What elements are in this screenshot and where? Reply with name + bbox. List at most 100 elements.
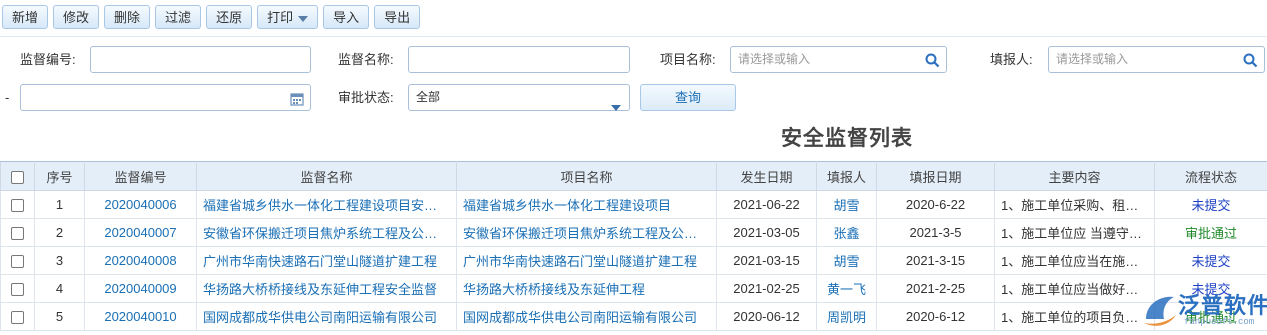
row-checkbox[interactable] [11,199,24,213]
row-name[interactable]: 华扬路大桥桥接线及东延伸工程安全监督 [196,274,457,303]
row-content: 1、施工单位应 当遵守有关环境保护法律 [994,218,1155,247]
row-date: 2021-06-22 [716,190,817,219]
delete-button[interactable]: 删除 [104,5,151,29]
row-code[interactable]: 2020040010 [84,302,197,331]
edit-button[interactable]: 修改 [53,5,100,29]
import-button[interactable]: 导入 [323,5,370,29]
fanpu-logo: 泛普软件 fanpusoft.com [1140,286,1267,332]
row-date: 2021-02-25 [716,274,817,303]
logo-subtext: fanpusoft.com [1184,317,1255,327]
row-code[interactable]: 2020040007 [84,218,197,247]
row-code[interactable]: 2020040006 [84,190,197,219]
table-row[interactable]: 5 2020040010 国网成都成华供电公司南阳运输有限公司 国网成都成华供电公司南… [0,302,1267,331]
code-input[interactable] [90,46,311,73]
row-reporter[interactable]: 黄一飞 [816,274,877,303]
header-reporter[interactable]: 填报人 [816,161,877,191]
reporter-label: 填报人: [990,52,1033,67]
row-select-cell[interactable] [0,190,35,219]
status-select-value: 全部 [416,90,441,104]
table-header-row: 序号 监督编号 监督名称 项目名称 发生日期 填报人 填报日期 主要内容 流程状… [0,161,1267,191]
add-button[interactable]: 新增 [2,5,49,29]
row-date: 2021-03-05 [716,218,817,247]
row-status[interactable]: 审批通过 [1154,218,1267,247]
name-input[interactable] [408,46,630,73]
select-all-checkbox[interactable] [11,170,24,184]
row-content: 1、施工单位采购、租赁的安全防护用具 [994,190,1155,219]
print-button[interactable]: 打印 [257,5,319,29]
date-range-dash: - [5,90,10,105]
row-checkbox[interactable] [11,311,24,325]
query-button[interactable]: 查询 [640,84,736,111]
row-select-cell[interactable] [0,218,35,247]
chevron-down-icon[interactable] [611,95,621,120]
row-status[interactable]: 未提交 [1154,246,1267,275]
header-code[interactable]: 监督编号 [84,161,197,191]
row-reporter[interactable]: 胡雪 [816,190,877,219]
filter-button[interactable]: 过滤 [155,5,202,29]
row-content: 1、施工单位的项目负责人 [994,302,1155,331]
search-icon[interactable] [925,52,940,77]
row-checkbox[interactable] [11,283,24,297]
row-project[interactable]: 福建省城乡供水一体化工程建设项目 [456,190,717,219]
table-row[interactable]: 4 2020040009 华扬路大桥桥接线及东延伸工程安全监督 华扬路大桥桥接线及东延… [0,274,1267,303]
row-code[interactable]: 2020040008 [84,246,197,275]
row-content: 1、施工单位应当在施工现场建立消防 [994,246,1155,275]
row-report-date: 2020-6-22 [876,190,995,219]
reporter-placeholder: 请选择或输入 [1056,52,1129,66]
row-no: 5 [34,302,85,331]
row-reporter[interactable]: 周凯明 [816,302,877,331]
project-input[interactable]: 请选择或输入 [730,46,947,73]
status-select[interactable]: 全部 [408,84,630,111]
logo-text: 泛普软件 [1178,293,1267,318]
header-name[interactable]: 监督名称 [196,161,457,191]
row-reporter[interactable]: 张鑫 [816,218,877,247]
row-select-cell[interactable] [0,274,35,303]
project-label: 项目名称: [660,52,716,67]
row-select-cell[interactable] [0,246,35,275]
row-report-date: 2020-6-12 [876,302,995,331]
row-project[interactable]: 国网成都成华供电公司南阳运输有限公司 [456,302,717,331]
export-button[interactable]: 导出 [374,5,421,29]
row-project[interactable]: 安徽省环保搬迁项目焦炉系统工程及公辅设施 [456,218,717,247]
calendar-icon[interactable] [290,90,304,115]
row-reporter[interactable]: 胡雪 [816,246,877,275]
table-row[interactable]: 3 2020040008 广州市华南快速路石门堂山隧道扩建工程 广州市华南快速路石门堂… [0,246,1267,275]
row-status[interactable]: 未提交 [1154,190,1267,219]
header-status[interactable]: 流程状态 [1154,161,1267,191]
search-icon[interactable] [1243,52,1258,77]
row-no: 3 [34,246,85,275]
logo-mark-icon [1144,296,1176,326]
header-report-date[interactable]: 填报日期 [876,161,995,191]
header-project[interactable]: 项目名称 [456,161,717,191]
row-name[interactable]: 国网成都成华供电公司南阳运输有限公司 [196,302,457,331]
row-no: 1 [34,190,85,219]
supervision-table: 序号 监督编号 监督名称 项目名称 发生日期 填报人 填报日期 主要内容 流程状… [0,161,1267,331]
chevron-down-icon [298,15,309,22]
toolbar: 新增 修改 删除 过滤 还原 打印 导入 导出 [2,5,421,31]
row-name[interactable]: 福建省城乡供水一体化工程建设项目安全监督 [196,190,457,219]
row-code[interactable]: 2020040009 [84,274,197,303]
row-report-date: 2021-3-5 [876,218,995,247]
row-date: 2021-03-15 [716,246,817,275]
reporter-input[interactable]: 请选择或输入 [1048,46,1265,73]
row-checkbox[interactable] [11,227,24,241]
header-content[interactable]: 主要内容 [994,161,1155,191]
date-input[interactable] [20,84,311,111]
project-placeholder: 请选择或输入 [738,52,811,66]
row-select-cell[interactable] [0,302,35,331]
row-project[interactable]: 广州市华南快速路石门堂山隧道扩建工程 [456,246,717,275]
page-title: 安全监督列表 [781,127,913,150]
table-row[interactable]: 1 2020040006 福建省城乡供水一体化工程建设项目安全监督 福建省城乡供水一体… [0,190,1267,219]
row-report-date: 2021-3-15 [876,246,995,275]
header-date[interactable]: 发生日期 [716,161,817,191]
row-name[interactable]: 广州市华南快速路石门堂山隧道扩建工程 [196,246,457,275]
restore-button[interactable]: 还原 [206,5,253,29]
row-no: 2 [34,218,85,247]
row-project[interactable]: 华扬路大桥桥接线及东延伸工程 [456,274,717,303]
table-row[interactable]: 2 2020040007 安徽省环保搬迁项目焦炉系统工程及公辅设施 安徽省环保搬迁项目… [0,218,1267,247]
toolbar-divider [0,36,1267,37]
row-checkbox[interactable] [11,255,24,269]
header-no[interactable]: 序号 [34,161,85,191]
select-all-cell[interactable] [0,161,35,191]
row-name[interactable]: 安徽省环保搬迁项目焦炉系统工程及公辅设施 [196,218,457,247]
